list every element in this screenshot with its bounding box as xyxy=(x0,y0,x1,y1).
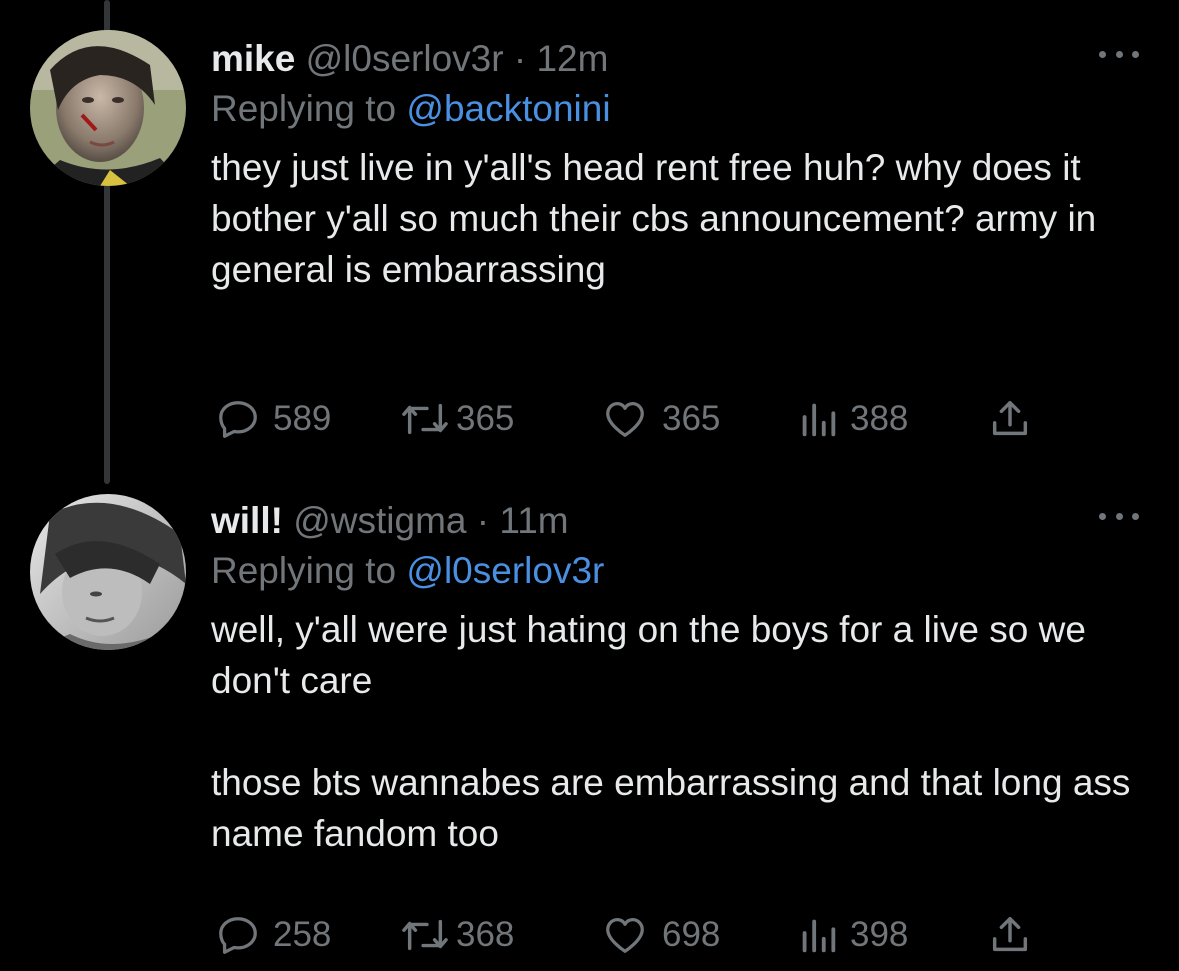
tweet-actions: 258 368 698 398 xyxy=(215,910,1045,960)
share-icon xyxy=(992,916,1028,952)
share-button[interactable] xyxy=(987,394,1033,444)
user-avatar-mike-icon xyxy=(30,30,186,186)
tweet-2[interactable]: will! @wstigma · 11m Replying to @l0serl… xyxy=(0,480,1179,971)
timestamp[interactable]: 11m xyxy=(499,500,568,541)
replying-to-mention[interactable]: @l0serlov3r xyxy=(406,550,604,591)
views-icon xyxy=(802,403,836,437)
tweet-actions: 589 365 365 388 xyxy=(215,394,1045,444)
tweet-1[interactable]: mike @l0serlov3r · 12m Replying to @back… xyxy=(0,0,1179,480)
reply-button[interactable]: 258 xyxy=(215,910,331,960)
user-handle[interactable]: @wstigma xyxy=(293,500,466,541)
tweet-header: will! @wstigma · 11m xyxy=(211,498,1139,544)
views-icon xyxy=(802,919,836,953)
replying-to-label: Replying to xyxy=(211,88,397,129)
replying-to-mention[interactable]: @backtonini xyxy=(406,88,610,129)
retweet-button[interactable]: 365 xyxy=(400,394,514,444)
retweet-count: 368 xyxy=(456,915,515,954)
like-count: 365 xyxy=(662,399,721,438)
tweet-header: mike @l0serlov3r · 12m xyxy=(211,36,1139,82)
like-icon xyxy=(606,402,644,437)
separator-dot: · xyxy=(476,500,490,541)
avatar[interactable] xyxy=(30,494,186,650)
share-icon xyxy=(992,400,1028,436)
reply-icon xyxy=(219,917,257,954)
like-button[interactable]: 698 xyxy=(600,910,720,960)
retweet-button[interactable]: 368 xyxy=(400,910,514,960)
like-button[interactable]: 365 xyxy=(600,394,720,444)
replying-to: Replying to @backtonini xyxy=(211,86,1139,132)
retweet-count: 365 xyxy=(456,399,515,438)
timestamp[interactable]: 12m xyxy=(536,38,608,79)
user-handle[interactable]: @l0serlov3r xyxy=(306,38,504,79)
more-icon[interactable] xyxy=(1099,506,1139,526)
tweet-text: they just live in y'all's head rent free… xyxy=(211,147,1107,290)
reply-icon xyxy=(219,401,257,438)
replying-to: Replying to @l0serlov3r xyxy=(211,548,1139,594)
replying-to-label: Replying to xyxy=(211,550,397,591)
views-button[interactable]: 398 xyxy=(798,910,908,960)
retweet-icon xyxy=(402,403,448,435)
reply-button[interactable]: 589 xyxy=(215,394,331,444)
tweet-text: well, y'all were just hating on the boys… xyxy=(211,609,1131,854)
display-name[interactable]: mike xyxy=(211,38,295,79)
reply-count: 589 xyxy=(273,399,332,438)
like-icon xyxy=(606,918,644,953)
more-icon[interactable] xyxy=(1099,44,1139,64)
views-count: 398 xyxy=(850,915,909,954)
user-avatar-will-icon xyxy=(30,494,186,650)
retweet-icon xyxy=(402,919,448,951)
share-button[interactable] xyxy=(987,910,1033,960)
views-count: 388 xyxy=(850,399,909,438)
separator-dot: · xyxy=(513,38,527,79)
avatar[interactable] xyxy=(30,30,186,186)
like-count: 698 xyxy=(662,915,721,954)
views-button[interactable]: 388 xyxy=(798,394,908,444)
display-name[interactable]: will! xyxy=(211,500,283,541)
reply-count: 258 xyxy=(273,915,332,954)
